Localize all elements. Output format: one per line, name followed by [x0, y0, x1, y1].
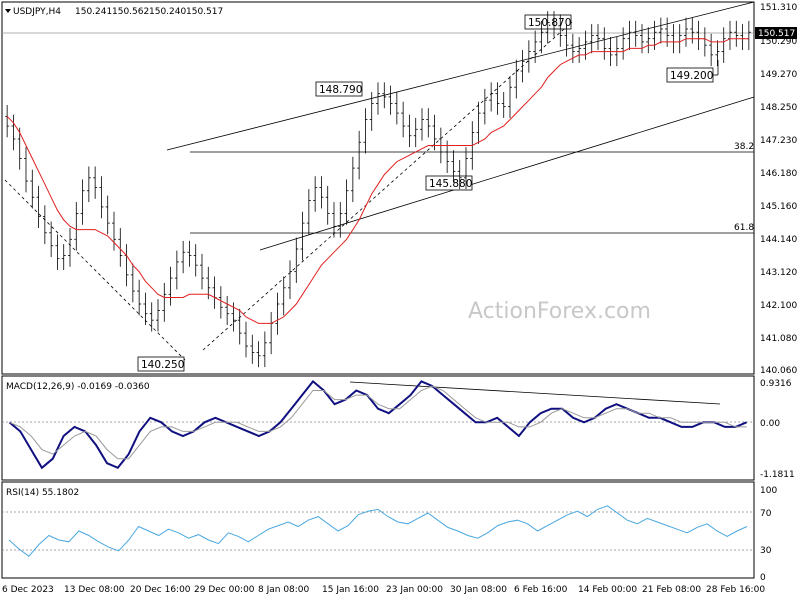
svg-text:149.200: 149.200	[670, 70, 713, 82]
price-tick: 148.250	[760, 103, 797, 113]
price-tick: 144.140	[760, 235, 797, 245]
svg-text:140.250: 140.250	[141, 359, 184, 371]
current-price-tag: 150.517	[755, 27, 797, 39]
price-tick: 140.060	[760, 366, 797, 376]
time-tick: 30 Jan 08:00	[450, 585, 507, 595]
time-tick: 20 Dec 16:00	[130, 585, 191, 595]
time-tick: 28 Feb 16:00	[706, 585, 765, 595]
macd-tick-zero: 0.00	[760, 419, 780, 429]
symbol-label: USDJPY,H4	[13, 7, 61, 17]
time-tick: 14 Feb 00:00	[578, 585, 637, 595]
time-tick: 8 Jan 08:00	[258, 585, 310, 595]
rsi-title: RSI(14) 55.1802	[6, 488, 79, 498]
price-tick: 145.160	[760, 202, 797, 212]
time-axis: 6 Dec 2023 13 Dec 08:00 20 Dec 16:00 29 …	[2, 585, 765, 595]
close-value: 150.517	[186, 7, 223, 17]
time-tick: 21 Feb 08:00	[642, 585, 701, 595]
time-tick: 6 Feb 16:00	[514, 585, 568, 595]
svg-text:148.790: 148.790	[319, 84, 362, 96]
time-tick: 29 Dec 00:00	[194, 585, 255, 595]
annotation-14879: 148.790	[315, 81, 362, 97]
macd-tick-top: 0.9316	[760, 379, 792, 389]
rsi-tick-100: 100	[760, 486, 777, 496]
fib-618-label: 61.8	[734, 223, 754, 233]
svg-text:150.517: 150.517	[758, 29, 795, 39]
price-tick: 146.180	[760, 169, 797, 179]
time-tick: 15 Jan 16:00	[322, 585, 379, 595]
price-tick: 149.270	[760, 70, 797, 80]
annotation-high-15087: 150.870	[524, 14, 571, 30]
price-tick: 147.230	[760, 136, 797, 146]
macd-title: MACD(12,26,9) -0.0169 -0.0360	[6, 382, 150, 392]
annotation-low-14025: 140.250	[137, 356, 184, 372]
open-value: 150.241	[75, 7, 112, 17]
high-value: 150.562	[112, 7, 149, 17]
price-axis: 151.310 150.290 149.270 148.250 147.230 …	[760, 3, 797, 376]
price-tick: 151.310	[760, 3, 797, 13]
price-tick: 141.080	[760, 334, 797, 344]
rsi-tick-30: 30	[760, 546, 772, 556]
fib-382-label: 38.2	[734, 142, 754, 152]
low-value: 150.240	[149, 7, 186, 17]
time-tick: 13 Dec 08:00	[64, 585, 125, 595]
rsi-panel-frame	[1, 481, 755, 579]
rsi-tick-70: 70	[760, 509, 772, 519]
rsi-tick-0: 0	[760, 573, 766, 583]
price-tick: 142.100	[760, 301, 797, 311]
macd-tick-bottom: -1.1811	[760, 470, 795, 480]
chart-canvas: ActionForex.com USDJPY,H4 150.241 150.56…	[1, 1, 797, 595]
svg-text:150.870: 150.870	[528, 17, 571, 29]
chart-header: USDJPY,H4 150.241 150.562 150.240 150.51…	[5, 7, 223, 17]
watermark: ActionForex.com	[468, 299, 651, 324]
time-tick: 23 Jan 00:00	[386, 585, 443, 595]
price-tick: 143.120	[760, 268, 797, 278]
time-tick: 6 Dec 2023	[2, 585, 54, 595]
